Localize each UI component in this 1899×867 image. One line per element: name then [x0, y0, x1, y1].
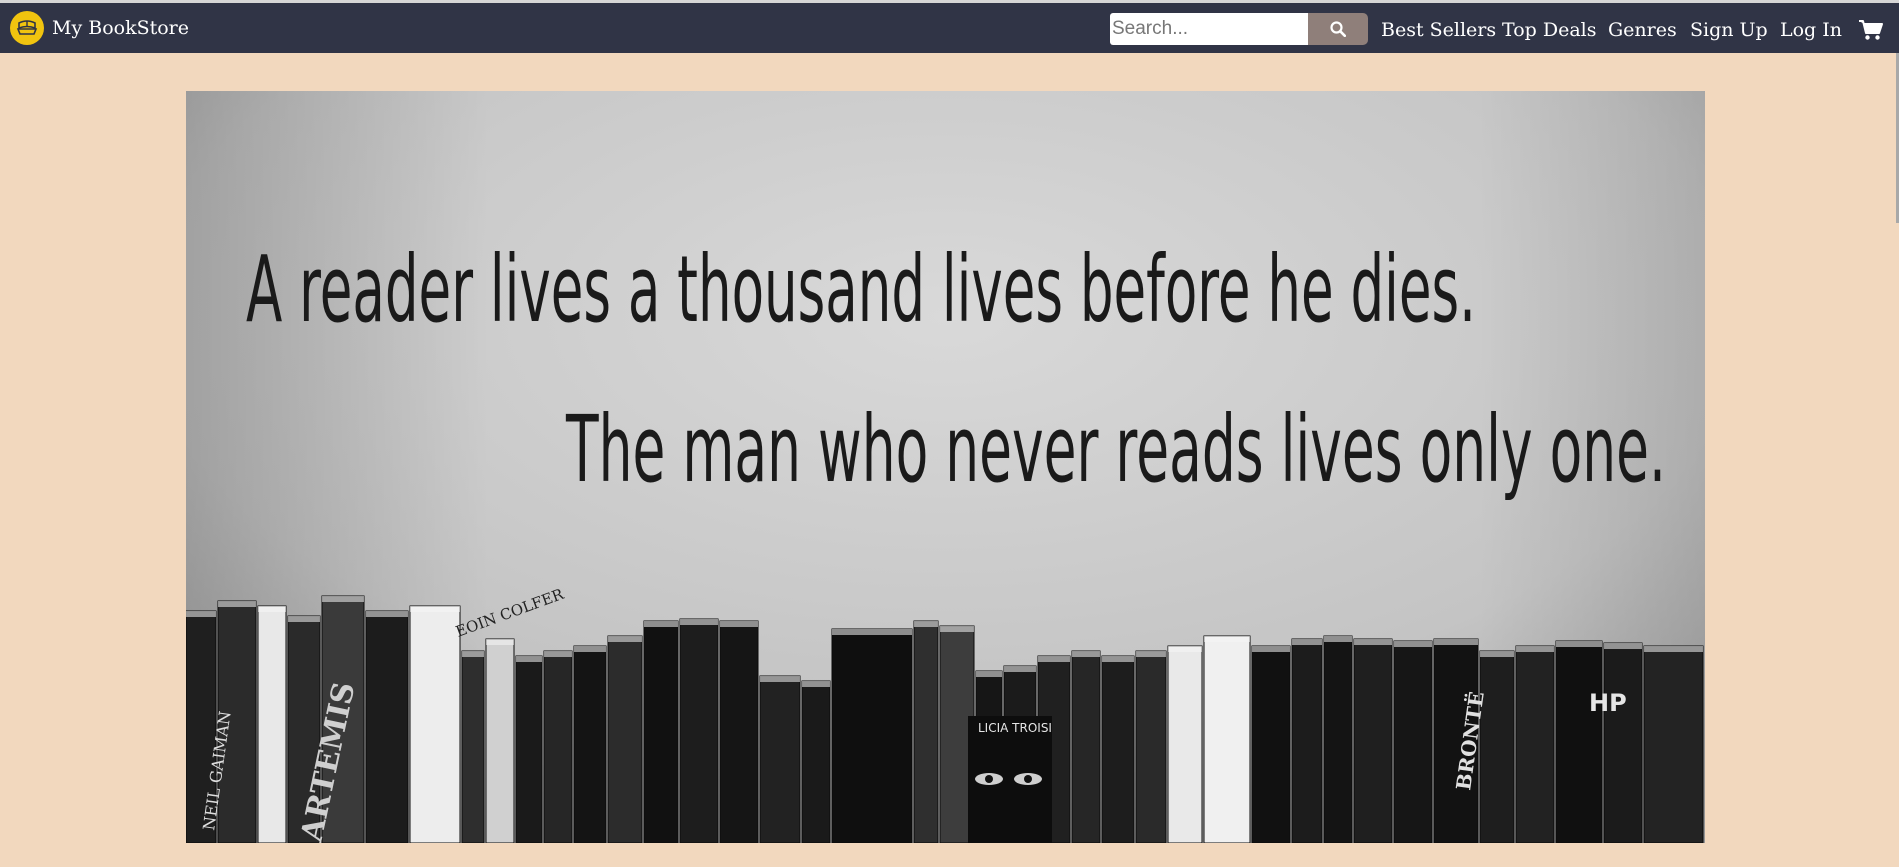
brand-name: My BookStore: [52, 17, 189, 39]
nav-sign-up[interactable]: Sign Up: [1690, 19, 1768, 41]
spine-text-6: HP: [1589, 689, 1627, 717]
top-navbar: My BookStore Best Sellers Top Deals Genr…: [0, 3, 1899, 53]
quote-line-2: The man who never reads lives only one.: [565, 396, 1666, 503]
nav-log-in[interactable]: Log In: [1780, 19, 1842, 41]
hero-bookshelf-quote-image: A reader lives a thousand lives before h…: [186, 91, 1705, 843]
quote-line-1: A reader lives a thousand lives before h…: [246, 236, 1476, 343]
search-bar: [1110, 13, 1368, 45]
spine-text-4: LICIA TROISI: [978, 721, 1052, 735]
nav-genres[interactable]: Genres: [1608, 19, 1677, 41]
search-button[interactable]: [1308, 13, 1368, 45]
nav-top-deals[interactable]: Top Deals: [1502, 19, 1596, 41]
search-icon: [1330, 21, 1346, 37]
cart-icon: [1859, 20, 1883, 40]
nav-best-sellers[interactable]: Best Sellers: [1381, 19, 1496, 41]
brand-link[interactable]: My BookStore: [10, 10, 189, 46]
book-logo-icon: [10, 11, 44, 45]
cart-button[interactable]: [1858, 19, 1884, 41]
search-input[interactable]: [1110, 13, 1308, 45]
hero-image: A reader lives a thousand lives before h…: [186, 91, 1705, 843]
